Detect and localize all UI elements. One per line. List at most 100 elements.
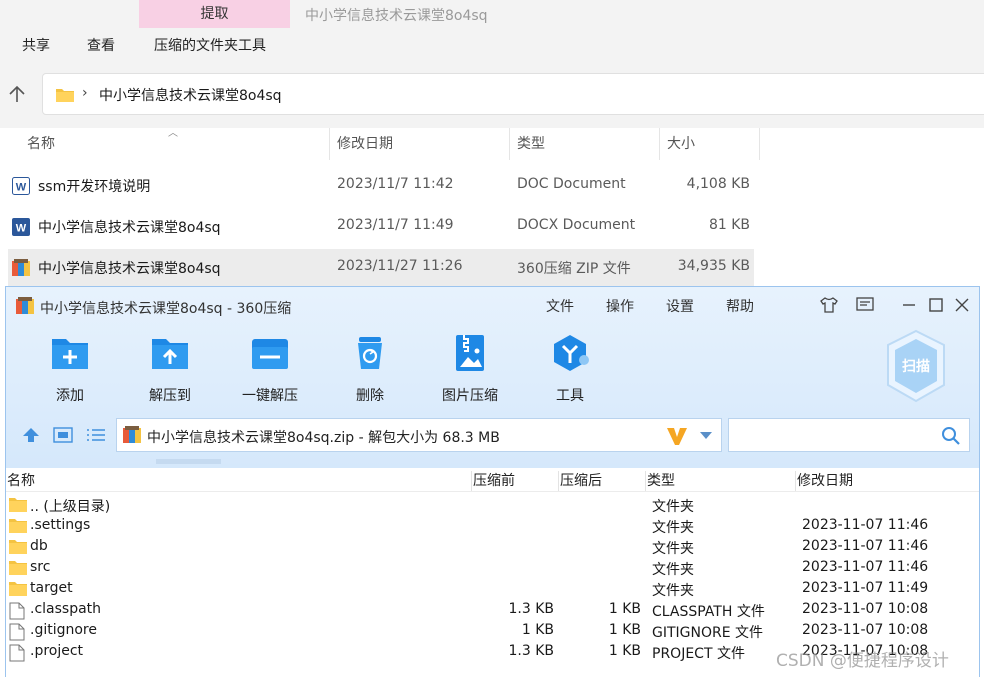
archive-row[interactable]: db 文件夹 2023-11-07 11:46 <box>6 537 979 558</box>
file-row[interactable]: W 中小学信息技术云课堂8o4sq 2023/11/7 11:49 DOCX D… <box>8 208 754 246</box>
chevron-right-icon: › <box>82 85 88 101</box>
column-header-name[interactable]: 名称 <box>27 128 55 160</box>
extract-to-label: 解压到 <box>149 388 191 404</box>
archive-row[interactable]: .gitignore 1 KB 1 KB GITIGNORE 文件 2023-1… <box>6 621 979 642</box>
sort-up-icon: ︿ <box>168 128 178 139</box>
ribbon-tab-view[interactable]: 查看 <box>87 35 115 55</box>
entry-date: 2023-11-07 10:08 <box>802 601 929 617</box>
file-type: DOCX Document <box>517 217 636 233</box>
entry-before: 1 KB <box>521 622 554 638</box>
file-icon <box>9 602 25 620</box>
file-row-selected[interactable]: 中小学信息技术云课堂8o4sq 2023/11/27 11:26 360压缩 Z… <box>8 249 754 287</box>
entry-date: 2023-11-07 11:46 <box>802 538 929 554</box>
folder-icon <box>9 582 27 596</box>
entry-type: PROJECT 文件 <box>652 646 745 662</box>
archive-row[interactable]: .. (上级目录) 文件夹 <box>6 495 979 516</box>
archive-row[interactable]: target 文件夹 2023-11-07 11:49 <box>6 579 979 600</box>
skin-shirt-icon[interactable] <box>819 295 839 315</box>
recycle-bin-icon <box>358 337 382 369</box>
entry-date: 2023-11-07 11:46 <box>802 559 929 575</box>
menu-settings[interactable]: 设置 <box>666 296 694 316</box>
one-click-extract-button[interactable]: 一键解压 <box>225 333 315 405</box>
extract-to-button[interactable]: 解压到 <box>125 333 215 405</box>
menu-operation[interactable]: 操作 <box>606 296 634 316</box>
search-icon[interactable] <box>941 426 961 446</box>
file-row[interactable]: W ssm开发环境说明 2023/11/7 11:42 DOC Document… <box>8 167 754 205</box>
entry-type: 文件夹 <box>652 520 694 536</box>
zip-column-type[interactable]: 类型 <box>647 471 675 491</box>
zip-app-icon <box>16 297 34 314</box>
ribbon-tab-share[interactable]: 共享 <box>22 35 50 55</box>
entry-type: 文件夹 <box>652 583 694 599</box>
list-view-icon[interactable] <box>86 427 106 443</box>
ribbon-tab-extract[interactable]: 提取 <box>139 0 290 28</box>
extract-to-icon <box>152 339 188 369</box>
zip-column-after[interactable]: 压缩后 <box>560 471 602 491</box>
image-compress-button[interactable]: 图片压缩 <box>425 333 515 405</box>
file-size: 4,108 KB <box>686 176 750 192</box>
add-button[interactable]: 添加 <box>25 333 115 405</box>
column-divider <box>509 128 510 160</box>
breadcrumb[interactable]: 中小学信息技术云课堂8o4sq <box>99 85 282 105</box>
zip-column-name[interactable]: 名称 <box>7 471 35 491</box>
file-size: 34,935 KB <box>677 258 750 274</box>
zip-window: 中小学信息技术云课堂8o4sq - 360压缩 文件 操作 设置 帮助 添加 解… <box>5 286 980 677</box>
entry-after: 1 KB <box>608 622 641 638</box>
archive-row[interactable]: .classpath 1.3 KB 1 KB CLASSPATH 文件 2023… <box>6 600 979 621</box>
column-divider <box>471 471 472 491</box>
archive-row[interactable]: .settings 文件夹 2023-11-07 11:46 <box>6 516 979 537</box>
folder-icon <box>9 561 27 575</box>
address-bar[interactable]: › 中小学信息技术云课堂8o4sq <box>42 73 984 115</box>
word-docx-icon: W <box>12 218 30 236</box>
file-name: 中小学信息技术云课堂8o4sq <box>38 261 221 277</box>
entry-before: 1.3 KB <box>508 643 555 659</box>
one-click-extract-icon <box>252 339 288 369</box>
up-level-icon[interactable] <box>22 427 40 443</box>
add-label: 添加 <box>56 388 84 404</box>
column-header-size[interactable]: 大小 <box>667 128 695 160</box>
zip-column-date[interactable]: 修改日期 <box>797 471 853 491</box>
one-click-extract-label: 一键解压 <box>242 388 298 404</box>
file-name: 中小学信息技术云课堂8o4sq <box>38 220 221 236</box>
feedback-icon[interactable] <box>855 295 875 315</box>
up-arrow-icon[interactable] <box>6 83 28 105</box>
menu-file[interactable]: 文件 <box>546 296 574 316</box>
file-date: 2023/11/7 11:42 <box>337 176 454 192</box>
minimize-icon[interactable] <box>899 295 919 315</box>
column-divider <box>795 471 796 491</box>
entry-date: 2023-11-07 10:08 <box>802 622 929 638</box>
archive-row[interactable]: src 文件夹 2023-11-07 11:46 <box>6 558 979 579</box>
header-scroll-indicator <box>156 459 221 464</box>
file-icon <box>9 644 25 662</box>
entry-after: 1 KB <box>608 643 641 659</box>
svg-text:W: W <box>16 182 27 194</box>
search-input[interactable] <box>728 418 970 452</box>
close-icon[interactable] <box>952 295 972 315</box>
column-divider <box>645 471 646 491</box>
archive-path-text: 中小学信息技术云课堂8o4sq.zip - 解包大小为 68.3 MB <box>147 430 500 446</box>
scan-shield-icon[interactable]: 扫描 <box>884 329 948 403</box>
archive-path-bar[interactable]: 中小学信息技术云课堂8o4sq.zip - 解包大小为 68.3 MB <box>116 418 722 452</box>
csdn-watermark: CSDN @便捷程序设计 <box>776 651 949 671</box>
ribbon-tab-compressed-tools[interactable]: 压缩的文件夹工具 <box>154 35 266 55</box>
tools-button[interactable]: 工具 <box>525 333 615 405</box>
delete-button[interactable]: 删除 <box>325 333 415 405</box>
entry-name: db <box>30 538 48 554</box>
column-header-type[interactable]: 类型 <box>517 128 545 160</box>
entry-name: target <box>30 580 73 596</box>
entry-type: 文件夹 <box>652 541 694 557</box>
chevron-down-icon[interactable] <box>699 431 713 440</box>
column-divider <box>558 471 559 491</box>
folder-icon <box>9 498 27 512</box>
v-logo-icon[interactable] <box>666 426 688 446</box>
entry-date: 2023-11-07 11:46 <box>802 517 929 533</box>
zip-column-before[interactable]: 压缩前 <box>473 471 515 491</box>
delete-label: 删除 <box>356 388 384 404</box>
thumbnail-view-icon[interactable] <box>53 427 73 443</box>
menu-help[interactable]: 帮助 <box>726 296 754 316</box>
zip-header: 中小学信息技术云课堂8o4sq - 360压缩 文件 操作 设置 帮助 添加 解… <box>6 287 979 468</box>
image-compress-icon <box>456 335 484 371</box>
maximize-icon[interactable] <box>926 295 946 315</box>
column-header-date[interactable]: 修改日期 <box>337 128 393 160</box>
image-compress-label: 图片压缩 <box>442 388 498 404</box>
